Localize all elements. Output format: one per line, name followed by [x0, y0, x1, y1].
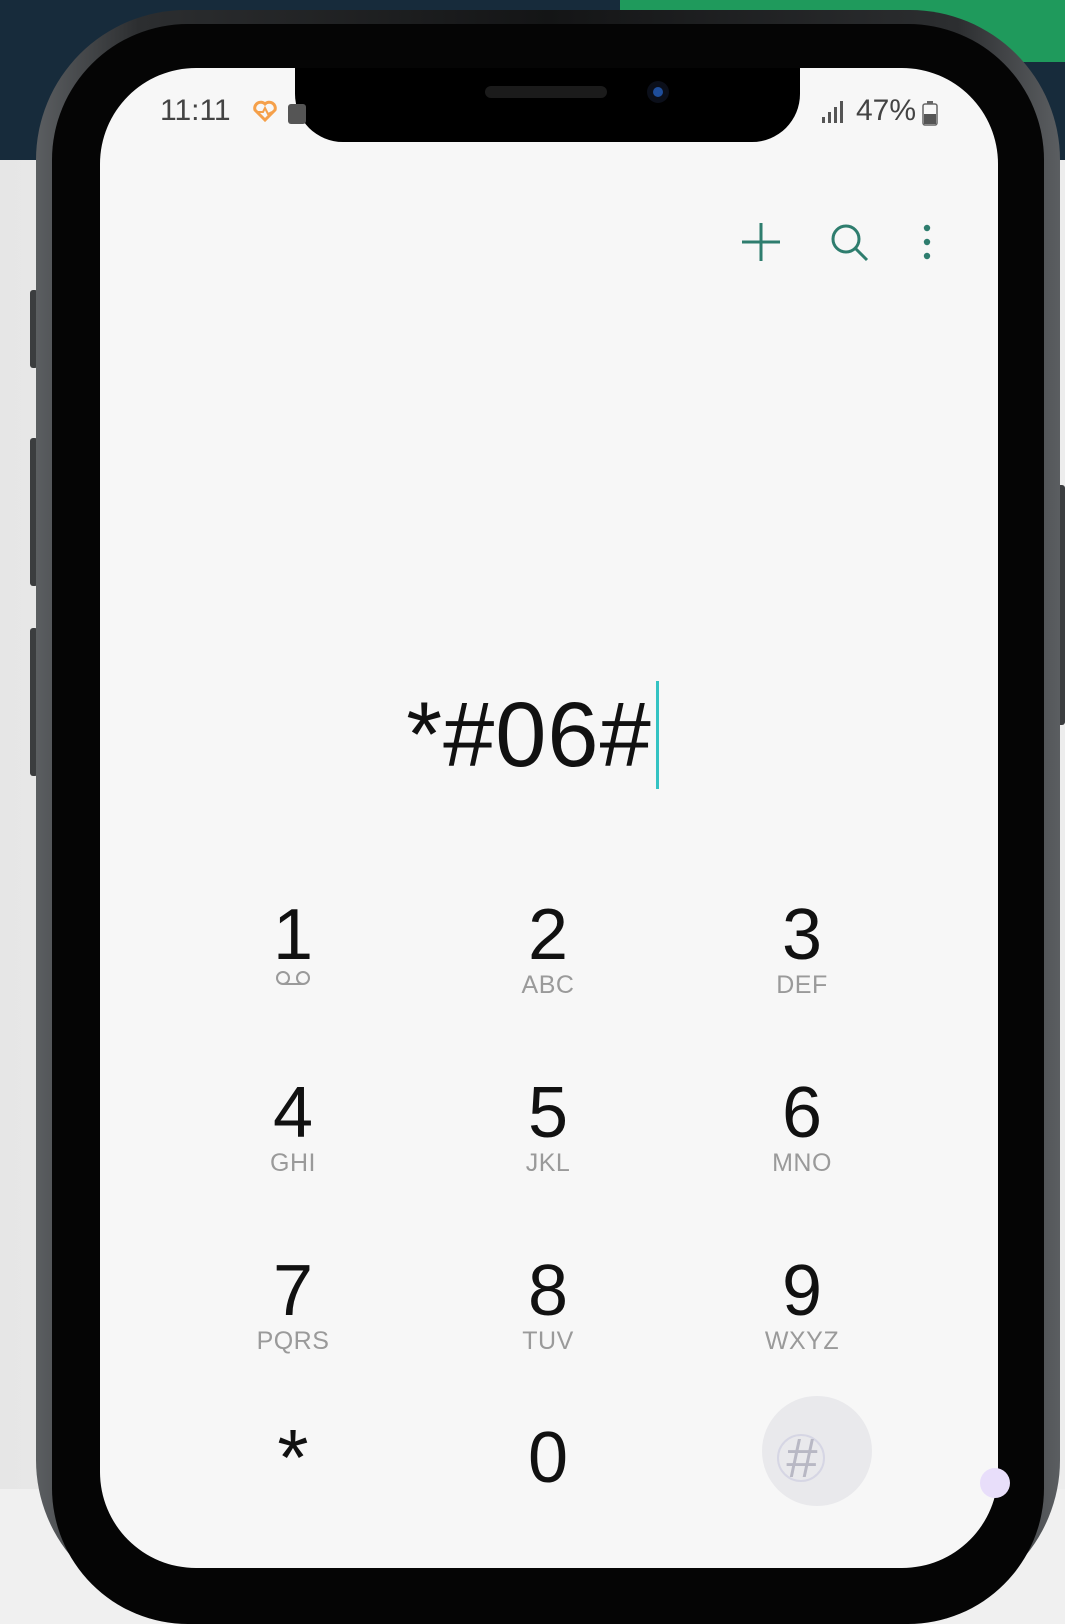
battery-icon	[922, 101, 938, 126]
key-0[interactable]: 0	[468, 1418, 628, 1568]
status-time: 11:11	[160, 94, 231, 127]
key-digit: 1	[272, 895, 314, 975]
signal-icon	[822, 101, 843, 123]
front-camera	[647, 81, 669, 103]
health-icon	[253, 100, 277, 122]
search-button[interactable]	[822, 215, 876, 269]
dialed-number-field[interactable]: *#06#	[0, 680, 1065, 790]
battery-percentage: 47%	[856, 94, 917, 127]
notification-icon	[288, 104, 306, 124]
key-6[interactable]: 6 MNO	[722, 1073, 882, 1223]
key-5[interactable]: 5 JKL	[468, 1073, 628, 1223]
key-letters: PQRS	[256, 1327, 330, 1355]
key-star[interactable]: *	[213, 1418, 373, 1568]
key-digit: 9	[781, 1251, 823, 1331]
key-9[interactable]: 9 WXYZ	[722, 1251, 882, 1401]
floating-indicator	[980, 1468, 1010, 1498]
key-letters: DEF	[776, 971, 828, 999]
key-letters: ABC	[521, 971, 575, 999]
earpiece-speaker	[485, 86, 607, 98]
key-digit: *	[277, 1413, 309, 1502]
key-letters: GHI	[270, 1149, 316, 1177]
key-letters: TUV	[522, 1327, 574, 1355]
key-8[interactable]: 8 TUV	[468, 1251, 628, 1401]
search-icon	[831, 224, 869, 262]
more-options-button[interactable]	[900, 215, 954, 269]
phone-notch	[295, 68, 800, 142]
key-4[interactable]: 4 GHI	[213, 1073, 373, 1223]
key-digit: 2	[527, 895, 569, 975]
plus-icon	[742, 223, 780, 261]
key-7[interactable]: 7 PQRS	[213, 1251, 373, 1401]
key-digit: 0	[527, 1418, 569, 1498]
more-vertical-icon	[923, 224, 931, 260]
key-digit: 8	[527, 1251, 569, 1331]
key-digit: 5	[527, 1073, 569, 1153]
key-digit: #	[786, 1426, 818, 1489]
key-letters: MNO	[772, 1149, 832, 1177]
key-1[interactable]: 1	[213, 895, 373, 1045]
key-hash[interactable]: #	[722, 1418, 882, 1568]
key-letters: JKL	[525, 1149, 571, 1177]
key-digit: 4	[272, 1073, 314, 1153]
key-3[interactable]: 3 DEF	[722, 895, 882, 1045]
key-letters: WXYZ	[764, 1327, 840, 1355]
key-2[interactable]: 2 ABC	[468, 895, 628, 1045]
key-digit: 6	[781, 1073, 823, 1153]
add-contact-button[interactable]	[734, 215, 788, 269]
dialed-number: *#06#	[406, 684, 652, 786]
key-digit: 3	[781, 895, 823, 975]
voicemail-icon	[276, 971, 310, 985]
key-digit: 7	[272, 1251, 314, 1331]
text-cursor	[655, 681, 659, 789]
